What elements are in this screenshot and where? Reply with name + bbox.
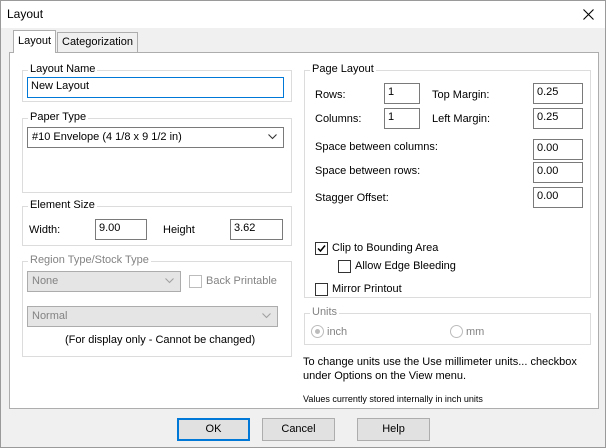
space-rows-label: Space between rows: xyxy=(315,165,421,177)
back-printable-label: Back Printable xyxy=(206,275,277,287)
mm-label: mm xyxy=(466,326,485,338)
stock-type-select[interactable]: Normal xyxy=(27,306,278,327)
inch-radio[interactable] xyxy=(311,325,324,338)
page-layout-legend: Page Layout xyxy=(310,63,376,75)
stagger-input[interactable]: 0.00 xyxy=(533,187,583,208)
units-help-text: To change units use the Use millimeter u… xyxy=(303,356,577,382)
stored-units-text: Values currently stored internally in in… xyxy=(303,394,483,404)
width-input[interactable]: 9.00 xyxy=(95,219,147,240)
close-icon xyxy=(582,9,594,20)
tab-layout[interactable]: Layout xyxy=(13,30,57,53)
mirror-checkbox[interactable] xyxy=(315,283,328,296)
window-title: Layout xyxy=(7,7,44,21)
paper-type-select[interactable]: #10 Envelope (4 1/8 x 9 1/2 in) xyxy=(27,127,284,148)
left-margin-input[interactable]: 0.25 xyxy=(533,108,583,129)
mirror-label: Mirror Printout xyxy=(332,283,402,295)
layout-dialog: Layout Layout Categorization Layout Name… xyxy=(0,0,606,448)
space-columns-label: Space between columns: xyxy=(315,141,438,153)
region-type-legend: Region Type/Stock Type xyxy=(28,254,151,266)
tab-categorization[interactable]: Categorization xyxy=(57,32,138,52)
close-button[interactable] xyxy=(571,1,605,28)
stagger-label: Stagger Offset: xyxy=(315,192,389,204)
height-input[interactable]: 3.62 xyxy=(230,219,283,240)
columns-label: Columns: xyxy=(315,113,362,125)
units-legend: Units xyxy=(310,306,340,318)
top-margin-input[interactable]: 0.25 xyxy=(533,83,583,104)
space-columns-input[interactable]: 0.00 xyxy=(533,139,583,160)
layout-name-legend: Layout Name xyxy=(28,63,98,75)
check-icon xyxy=(317,245,326,253)
clip-label: Clip to Bounding Area xyxy=(332,242,439,254)
paper-type-legend: Paper Type xyxy=(28,111,89,123)
cancel-button[interactable]: Cancel xyxy=(262,418,335,441)
edge-bleeding-label: Allow Edge Bleeding xyxy=(355,260,456,272)
left-margin-label: Left Margin: xyxy=(432,113,491,125)
columns-input[interactable]: 1 xyxy=(384,108,420,129)
edge-bleeding-checkbox[interactable] xyxy=(338,260,351,273)
stock-type-value: Normal xyxy=(32,310,68,322)
layout-name-input[interactable]: New Layout xyxy=(27,77,284,98)
top-margin-label: Top Margin: xyxy=(432,89,490,101)
back-printable-checkbox[interactable] xyxy=(189,275,202,288)
chevron-down-icon xyxy=(262,313,271,319)
rows-label: Rows: xyxy=(315,89,346,101)
mm-radio[interactable] xyxy=(450,325,463,338)
display-only-note: (For display only - Cannot be changed) xyxy=(65,334,256,346)
rows-input[interactable]: 1 xyxy=(384,83,420,104)
clip-checkbox[interactable] xyxy=(315,242,328,255)
region-type-select[interactable]: None xyxy=(27,271,181,292)
region-type-value: None xyxy=(32,275,59,287)
width-label: Width: xyxy=(29,224,61,236)
title-bar: Layout xyxy=(1,1,605,28)
element-size-legend: Element Size xyxy=(28,199,97,211)
chevron-down-icon xyxy=(268,134,277,140)
space-rows-input[interactable]: 0.00 xyxy=(533,162,583,183)
paper-type-value: #10 Envelope (4 1/8 x 9 1/2 in) xyxy=(32,131,182,143)
chevron-down-icon xyxy=(165,278,174,284)
height-label: Height xyxy=(163,224,195,236)
ok-button[interactable]: OK xyxy=(177,418,250,441)
inch-label: inch xyxy=(327,326,348,338)
help-button[interactable]: Help xyxy=(357,418,430,441)
